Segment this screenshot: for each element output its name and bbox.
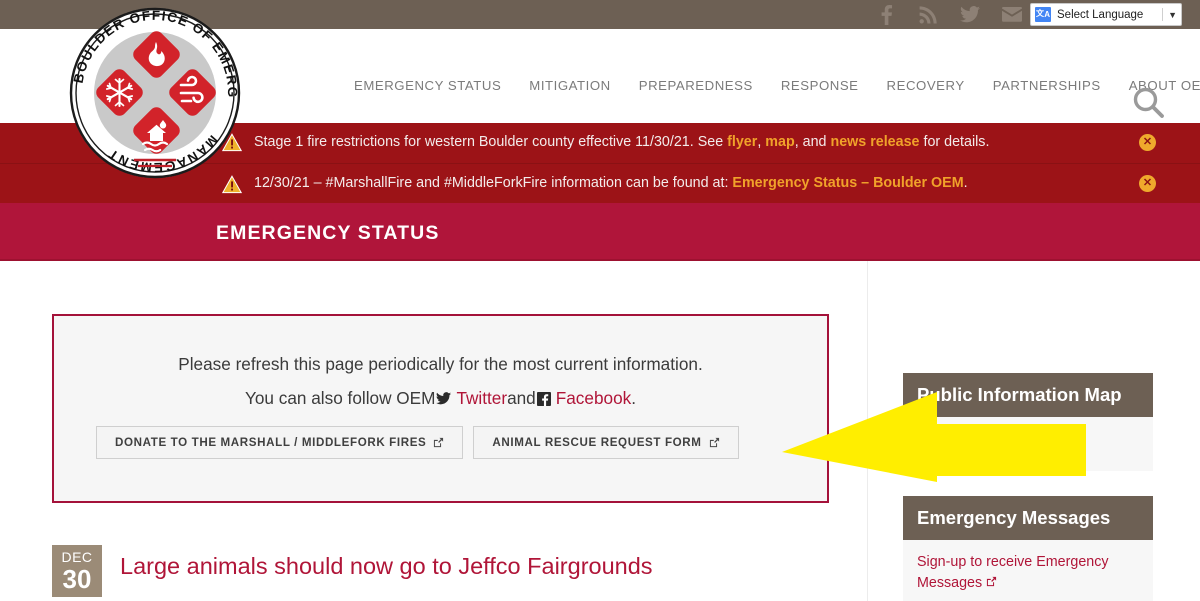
widget-title: Emergency Messages [903,496,1153,540]
external-link-icon [921,429,932,443]
news-title-link[interactable]: Large animals should now go to Jeffco Fa… [120,545,653,581]
notice-line-1: Please refresh this page periodically fo… [178,354,703,374]
widget-public-information-map: Public Information Map [903,373,1153,471]
alert-text: Stage 1 fire restrictions for western Bo… [254,134,989,151]
widget-title: Public Information Map [903,373,1153,417]
social-links [876,0,1022,29]
notice-button-row: DONATE TO THE MARSHALL / MIDDLEFORK FIRE… [96,426,739,459]
sidebar-divider [867,261,868,601]
facebook-icon[interactable] [876,4,896,25]
news-date-day: 30 [62,564,92,594]
site-logo[interactable]: BOULDER OFFICE OF EMERGENCY MANAGEMENT [56,0,248,186]
alert-text-pre: 12/30/21 – #MarshallFire and #MiddleFork… [254,174,733,191]
news-date-badge: DEC 30 [52,545,102,597]
alert-link-map[interactable]: map [765,134,794,150]
widget-body [903,417,1153,471]
alert-close-icon[interactable]: ✕ [1139,175,1156,192]
notice-line-2-pre: You can also follow OEM [244,388,436,408]
external-link-icon [986,573,997,587]
alert-text: 12/30/21 – #MarshallFire and #MiddleFork… [254,175,968,192]
widget-link[interactable] [917,431,932,447]
facebook-icon [536,391,553,406]
page-title: EMERGENCY STATUS [216,222,440,244]
widget-emergency-messages: Emergency Messages Sign-up to receive Em… [903,496,1153,601]
nav-item-recovery[interactable]: RECOVERY [873,78,979,93]
news-list-item: DEC 30 Large animals should now go to Je… [52,545,653,597]
language-selector-label: Select Language [1057,8,1144,21]
email-icon[interactable] [1002,5,1022,25]
refresh-notice-box: Please refresh this page periodically fo… [52,314,829,503]
news-date-month: DEC [61,549,93,565]
donate-button-label: DONATE TO THE MARSHALL / MIDDLEFORK FIRE… [115,436,427,449]
alert-text-post: . [963,174,968,191]
alert-link-flyer[interactable]: flyer [727,134,757,150]
donate-button[interactable]: DONATE TO THE MARSHALL / MIDDLEFORK FIRE… [96,426,464,459]
alert-close-icon[interactable]: ✕ [1139,134,1156,151]
chevron-down-icon[interactable]: ▼ [1168,10,1177,20]
alert-text-pre: Stage 1 fire restrictions for western Bo… [254,134,728,151]
twitter-icon[interactable] [960,5,980,25]
page-root: A Select Language ▼ EMERGENCY STATUS MIT… [0,0,1200,601]
twitter-icon [435,391,452,406]
google-translate-icon: A [1035,6,1051,22]
alert-text-post: for details. [919,134,990,151]
twitter-link[interactable]: Twitter [456,388,507,409]
nav-item-partnerships[interactable]: PARTNERSHIPS [979,78,1115,93]
rss-icon[interactable] [918,5,938,25]
alert-link-emergency-status[interactable]: Emergency Status – Boulder OEM [732,175,963,191]
nav-item-mitigation[interactable]: MITIGATION [515,78,624,93]
notice-line-2: You can also follow OEM Twitter and Face… [54,388,827,409]
notice-line-2-post: . [631,388,637,408]
external-link-icon [433,437,444,448]
main-navigation: EMERGENCY STATUS MITIGATION PREPAREDNESS… [340,68,1200,102]
alert-link-news-release[interactable]: news release [830,134,919,150]
external-link-icon [709,437,720,448]
widget-body: Sign-up to receive Emergency Messages [903,540,1153,601]
nav-item-emergency-status[interactable]: EMERGENCY STATUS [340,78,515,93]
page-title-band: EMERGENCY STATUS [0,203,1200,259]
notice-line-2-mid: and [507,388,536,408]
animal-rescue-button-label: ANIMAL RESCUE REQUEST FORM [492,436,702,449]
alert-text-mid2: , and [794,134,831,151]
language-selector[interactable]: A Select Language ▼ [1030,3,1182,26]
facebook-link[interactable]: Facebook [556,388,631,409]
widget-link[interactable]: Sign-up to receive Emergency Messages [917,554,1109,591]
search-icon[interactable] [1131,85,1165,119]
nav-item-response[interactable]: RESPONSE [767,78,873,93]
widget-link-label: Sign-up to receive Emergency Messages [917,554,1109,591]
nav-item-preparedness[interactable]: PREPAREDNESS [625,78,767,93]
animal-rescue-button[interactable]: ANIMAL RESCUE REQUEST FORM [473,426,739,459]
language-divider [1162,8,1164,21]
